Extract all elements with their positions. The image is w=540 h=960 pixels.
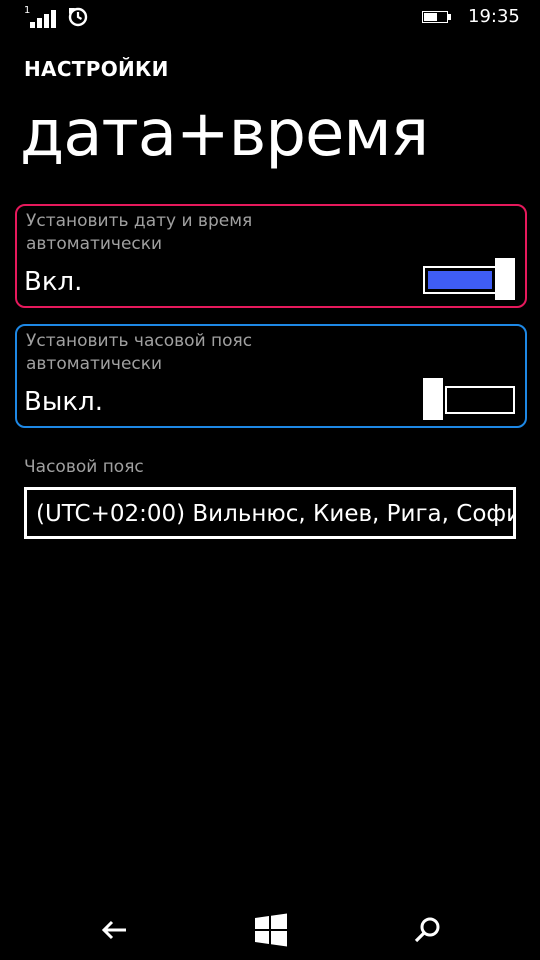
page-title: дата+время [20, 97, 429, 171]
auto-timezone-toggle[interactable] [423, 378, 515, 420]
auto-datetime-state: Вкл. [24, 267, 83, 297]
status-bar: 1 19:35 [0, 0, 540, 36]
toggle-track [445, 386, 515, 414]
timezone-value: (UTC+02:00) Вильнюс, Киев, Рига, София [36, 501, 516, 527]
battery-icon [422, 11, 451, 25]
toggle-fill [428, 271, 492, 289]
signal-sim-label: 1 [24, 5, 31, 16]
navigation-bar [0, 900, 540, 960]
data-sync-icon [68, 7, 88, 27]
auto-timezone-state: Выкл. [24, 387, 103, 417]
settings-screen: 1 19:35 НАСТРОЙКИ дата+время Установить … [0, 0, 540, 960]
auto-timezone-label: Установить часовой пояс автоматически [26, 331, 253, 374]
auto-datetime-toggle[interactable] [423, 258, 515, 300]
windows-logo-icon[interactable] [251, 910, 291, 950]
status-time: 19:35 [468, 6, 520, 27]
auto-datetime-label: Установить дату и время автоматически [26, 211, 253, 254]
toggle-thumb[interactable] [423, 378, 443, 420]
auto-timezone-setting[interactable]: Установить часовой пояс автоматически Вы… [15, 324, 527, 428]
timezone-picker[interactable]: (UTC+02:00) Вильнюс, Киев, Рига, София [24, 487, 516, 539]
app-title: НАСТРОЙКИ [24, 57, 169, 81]
auto-datetime-setting[interactable]: Установить дату и время автоматически Вк… [15, 204, 527, 308]
back-arrow-icon[interactable] [95, 910, 135, 950]
signal-icon: 1 [24, 6, 58, 28]
timezone-label: Часовой пояс [24, 457, 144, 477]
search-icon[interactable] [407, 910, 447, 950]
toggle-thumb[interactable] [495, 258, 515, 300]
